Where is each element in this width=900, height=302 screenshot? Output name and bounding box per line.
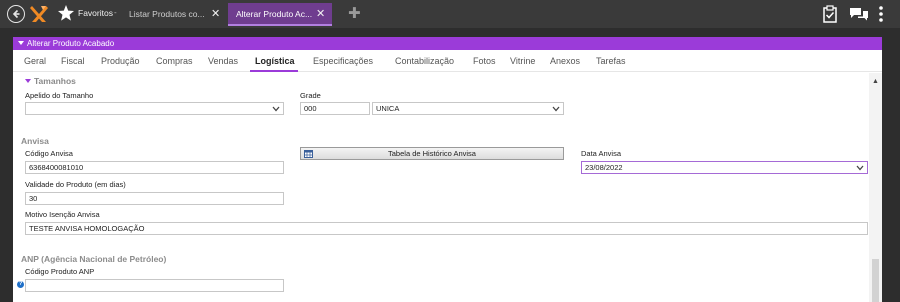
tab-producao[interactable]: Produção bbox=[101, 56, 140, 66]
tamanhos-heading[interactable]: Tamanhos bbox=[25, 76, 76, 86]
section-header[interactable]: Alterar Produto Acabado bbox=[13, 37, 882, 50]
logo-icon[interactable] bbox=[30, 4, 48, 24]
tab-tarefas[interactable]: Tarefas bbox=[596, 56, 626, 66]
collapse-triangle-icon[interactable] bbox=[18, 41, 24, 45]
close-icon[interactable]: ✕ bbox=[211, 7, 220, 20]
anp-heading: ANP (Agência Nacional de Petróleo) bbox=[21, 254, 167, 264]
motivo-isencao-value: TESTE ANVISA HOMOLOGAÇÃO bbox=[29, 224, 145, 233]
tab-listar-produtos-label: Listar Produtos co... bbox=[129, 9, 205, 19]
vertical-scrollbar[interactable]: ▲ bbox=[869, 73, 882, 302]
codigo-anp-label: Código Produto ANP bbox=[25, 267, 95, 276]
historico-anvisa-label: Tabela de Histórico Anvisa bbox=[388, 149, 476, 158]
grade-code-value: 000 bbox=[304, 104, 317, 113]
star-icon[interactable] bbox=[57, 4, 75, 22]
chevron-down-icon bbox=[552, 106, 560, 112]
tab-compras[interactable]: Compras bbox=[156, 56, 193, 66]
tab-especificacoes[interactable]: Especificações bbox=[313, 56, 373, 66]
chevron-down-icon bbox=[856, 165, 864, 171]
clipboard-icon[interactable] bbox=[823, 5, 837, 25]
motivo-isencao-input[interactable]: TESTE ANVISA HOMOLOGAÇÃO bbox=[25, 222, 868, 235]
grade-select[interactable]: UNICA bbox=[372, 102, 564, 115]
new-tab-icon[interactable]: ✚ bbox=[348, 4, 361, 22]
data-anvisa-label: Data Anvisa bbox=[581, 149, 622, 158]
back-icon[interactable] bbox=[7, 5, 25, 23]
close-icon[interactable]: ✕ bbox=[316, 7, 325, 20]
active-tab-indicator bbox=[228, 24, 332, 26]
chevron-down-icon bbox=[272, 106, 280, 112]
tab-contabilizacao[interactable]: Contabilização bbox=[395, 56, 454, 66]
active-tab-underline bbox=[250, 70, 298, 72]
form-tabs: Geral Fiscal Produção Compras Vendas Log… bbox=[13, 52, 882, 72]
codigo-anvisa-input[interactable]: 6368400081010 bbox=[25, 161, 284, 174]
chat-icon[interactable] bbox=[849, 7, 869, 23]
tab-vitrine[interactable]: Vitrine bbox=[510, 56, 535, 66]
codigo-anp-input[interactable] bbox=[25, 279, 284, 292]
info-icon[interactable]: ? bbox=[17, 281, 24, 288]
scroll-up-icon[interactable]: ▲ bbox=[872, 78, 879, 85]
grade-value: UNICA bbox=[376, 104, 400, 113]
data-anvisa-select[interactable]: 23/08/2022 bbox=[581, 161, 868, 174]
tab-anexos[interactable]: Anexos bbox=[550, 56, 580, 66]
motivo-isencao-label: Motivo Isenção Anvisa bbox=[25, 210, 100, 219]
favorites-caret[interactable]: - bbox=[114, 8, 117, 17]
more-vertical-icon[interactable] bbox=[878, 6, 884, 24]
grade-code-input[interactable]: 000 bbox=[300, 102, 370, 115]
scrollbar-thumb[interactable] bbox=[872, 259, 879, 302]
table-icon bbox=[304, 150, 313, 158]
codigo-anvisa-label: Código Anvisa bbox=[25, 149, 73, 158]
tab-geral[interactable]: Geral bbox=[24, 56, 46, 66]
top-bar: Favoritos - Listar Produtos co... ✕ Alte… bbox=[0, 0, 900, 28]
apelido-tamanho-select[interactable] bbox=[25, 102, 284, 115]
favorites-label[interactable]: Favoritos bbox=[78, 8, 113, 18]
tab-fotos[interactable]: Fotos bbox=[473, 56, 496, 66]
tamanhos-heading-label: Tamanhos bbox=[34, 76, 76, 86]
grade-label: Grade bbox=[300, 91, 321, 100]
apelido-tamanho-label: Apelido do Tamanho bbox=[25, 91, 94, 100]
validade-input[interactable]: 30 bbox=[25, 192, 284, 205]
codigo-anvisa-value: 6368400081010 bbox=[29, 163, 84, 172]
historico-anvisa-button[interactable]: Tabela de Histórico Anvisa bbox=[300, 147, 564, 160]
validade-label: Validade do Produto (em dias) bbox=[25, 180, 126, 189]
tab-listar-produtos[interactable]: Listar Produtos co... ✕ bbox=[123, 3, 226, 25]
data-anvisa-value: 23/08/2022 bbox=[585, 163, 623, 172]
tab-fiscal[interactable]: Fiscal bbox=[61, 56, 85, 66]
validade-value: 30 bbox=[29, 194, 38, 203]
tab-alterar-produto[interactable]: Alterar Produto Ac... ✕ bbox=[228, 3, 332, 25]
tab-logistica[interactable]: Logística bbox=[255, 56, 295, 66]
tab-alterar-produto-label: Alterar Produto Ac... bbox=[236, 9, 313, 19]
anvisa-heading: Anvisa bbox=[21, 136, 49, 146]
product-form: Alterar Produto Acabado Geral Fiscal Pro… bbox=[13, 37, 882, 302]
collapse-triangle-icon[interactable] bbox=[25, 79, 31, 83]
section-title: Alterar Produto Acabado bbox=[27, 39, 115, 48]
tab-vendas[interactable]: Vendas bbox=[208, 56, 238, 66]
